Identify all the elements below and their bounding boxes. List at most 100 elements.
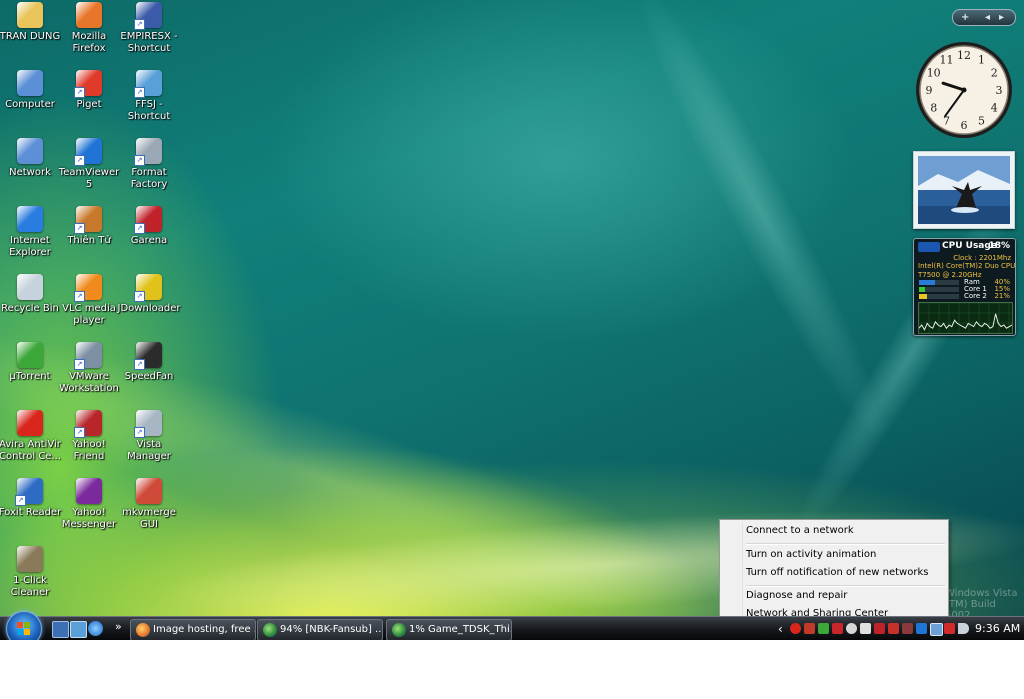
desktop-icon-vlc[interactable]: ↗ VLC media player	[56, 274, 122, 327]
quick-launch-overflow[interactable]: »	[115, 617, 122, 637]
gadget-prev-button[interactable]: ◂	[985, 10, 990, 25]
tray-expand-button[interactable]: ‹	[778, 617, 783, 640]
desktop-icon-yahoo-messenger[interactable]: Yahoo! Messenger	[56, 478, 122, 531]
desktop-icon-firefox[interactable]: Mozilla Firefox	[56, 2, 122, 55]
add-gadget-button[interactable]: +	[961, 10, 969, 25]
menu-separator	[746, 543, 945, 545]
gadget-next-button[interactable]: ▸	[999, 10, 1004, 25]
desktop-icon-computer[interactable]: Computer	[0, 70, 63, 111]
desktop-icon-garena[interactable]: ↗ Garena	[116, 206, 182, 247]
cpu-row-label: Core 2	[964, 292, 987, 300]
shortcut-arrow-icon: ↗	[74, 291, 85, 302]
desktop-icon-label: Recycle Bin	[1, 303, 59, 314]
menu-item-turn-off-notification[interactable]: Turn off notification of new networks	[746, 565, 928, 581]
whale-tail-photo	[918, 156, 1010, 224]
taskbar-button-nbk-fansub[interactable]: 94% [NBK-Fansub] ...	[257, 619, 383, 640]
folder-icon	[17, 2, 43, 28]
shortcut-arrow-icon: ↗	[134, 291, 145, 302]
teamviewer-tray-icon[interactable]	[916, 623, 927, 634]
security-tray-icon[interactable]	[832, 623, 843, 634]
volume-tray-icon[interactable]	[958, 623, 969, 634]
gadget-toolbar: + ◂ ▸	[952, 9, 1016, 26]
desktop-icon-cleaner[interactable]: 1-Click Cleaner	[0, 546, 63, 599]
desktop-icon-avira[interactable]: Avira AntiVir Control Ce...	[0, 410, 63, 463]
desktop-icon-empires[interactable]: ↗ EMPIRESX - Shortcut	[116, 2, 182, 55]
desktop-icon-thien-tu[interactable]: ↗ Thiên Tử	[56, 206, 122, 247]
taskbar-clock[interactable]: 9:36 AM	[975, 617, 1020, 640]
show-desktop-icon[interactable]	[52, 621, 69, 638]
yahoo-tray-icon[interactable]	[804, 623, 815, 634]
driver-tray-icon[interactable]	[902, 623, 913, 634]
desktop-icon-label: EMPIRESX - Shortcut	[120, 31, 178, 54]
shortcut-arrow-icon: ↗	[74, 359, 85, 370]
desktop-icon-label: Thiên Tử	[67, 235, 111, 246]
cpu-meter-gadget[interactable]: CPU Usage 18% Clock : 2201Mhz Intel(R) C…	[913, 238, 1016, 336]
globe-download-icon	[392, 623, 406, 637]
garena-icon: ↗	[134, 206, 162, 234]
avira-tray-icon[interactable]	[790, 623, 801, 634]
desktop-icon-label: JDownloader	[117, 303, 181, 314]
recycle-bin-icon	[17, 274, 43, 300]
shortcut-arrow-icon: ↗	[74, 223, 85, 234]
desktop-icon-mkvmerge[interactable]: mkvmerge GUI	[116, 478, 182, 531]
utorrent-icon	[17, 342, 43, 368]
network-tray-icon[interactable]	[930, 623, 943, 636]
desktop-icon-folder[interactable]: TRAN DUNG	[0, 2, 63, 43]
desktop[interactable]: TRAN DUNG Mozilla Firefox ↗ EMPIRESX - Shor…	[0, 0, 1024, 640]
slideshow-gadget[interactable]	[913, 151, 1015, 229]
vlc-icon: ↗	[74, 274, 102, 302]
empires-icon: ↗	[134, 2, 162, 30]
desktop-icon-foxit-reader[interactable]: ↗ Foxit Reader	[0, 478, 63, 519]
shortcut-arrow-icon: ↗	[74, 87, 85, 98]
piget-icon: ↗	[74, 70, 102, 98]
menu-item-diagnose-repair[interactable]: Diagnose and repair	[746, 588, 847, 604]
cleaner-icon	[17, 546, 43, 572]
desktop-icon-vista-manager[interactable]: ↗ Vista Manager	[116, 410, 182, 463]
desktop-icon-piget[interactable]: ↗ Piget	[56, 70, 122, 111]
taskbar-button-game-tdsk[interactable]: 1% Game_TDSK_Thi...	[386, 619, 512, 640]
wallpaper-streak	[611, 0, 909, 454]
speedfan-tray-icon[interactable]	[860, 623, 871, 634]
desktop-icon-vmware[interactable]: ↗ VMware Workstation	[56, 342, 122, 395]
cpu-row-bar-fill	[919, 294, 928, 299]
cpu-history-graph	[918, 302, 1013, 334]
garena-tray-icon[interactable]	[874, 623, 885, 634]
desktop-icon-recycle-bin[interactable]: Recycle Bin	[0, 274, 63, 315]
switch-windows-icon[interactable]	[70, 621, 87, 638]
utorrent-tray-icon[interactable]	[818, 623, 829, 634]
desktop-icon-speedfan[interactable]: ↗ SpeedFan	[116, 342, 182, 383]
menu-item-connect-network[interactable]: Connect to a network	[746, 523, 854, 539]
clock-number: 5	[978, 114, 985, 127]
desktop-icon-yahoo-friend[interactable]: ↗ Yahoo! Friend	[56, 410, 122, 463]
desktop-icon-network[interactable]: Network	[0, 138, 63, 179]
shortcut-arrow-icon: ↗	[134, 19, 145, 30]
desktop-icon-teamviewer[interactable]: ↗ TeamViewer 5	[56, 138, 122, 191]
clock-number: 2	[991, 67, 998, 80]
desktop-icon-label: Yahoo! Messenger	[61, 507, 117, 530]
computer-icon	[17, 70, 43, 96]
teamviewer-icon: ↗	[74, 138, 102, 166]
desktop-icon-utorrent[interactable]: µTorrent	[0, 342, 63, 383]
ffsj-icon: ↗	[134, 70, 162, 98]
clock-number: 6	[961, 119, 968, 132]
clock-number: 9	[926, 84, 933, 97]
clock-number: 8	[930, 102, 937, 115]
desktop-icon-internet-explorer[interactable]: Internet Explorer	[0, 206, 63, 259]
desktop-icon-ffsj[interactable]: ↗ FFSJ - Shortcut	[116, 70, 182, 123]
bluetooth-tray-icon[interactable]	[944, 623, 955, 634]
internet-explorer-quicklaunch-icon[interactable]	[88, 621, 103, 636]
menu-separator	[746, 585, 945, 587]
menu-item-activity-animation[interactable]: Turn on activity animation	[746, 547, 876, 563]
firefox-icon	[76, 2, 102, 28]
unikey-tray-icon[interactable]	[888, 623, 899, 634]
network-status-tray-icon[interactable]	[846, 623, 857, 634]
desktop-icon-jdownloader[interactable]: ↗ JDownloader	[116, 274, 182, 315]
desktop-icon-format-factory[interactable]: ↗ Format Factory	[116, 138, 182, 191]
desktop-icon-label: Foxit Reader	[0, 507, 62, 518]
cpu-row-bar	[919, 287, 959, 292]
taskbar-button-image-hosting[interactable]: Image hosting, free ...	[130, 619, 256, 640]
desktop-icon-label: FFSJ - Shortcut	[127, 99, 171, 122]
clock-gadget[interactable]: 12 12 3 45678 9 1011	[914, 40, 1014, 140]
start-button[interactable]	[6, 611, 42, 640]
clock-number: 7	[943, 114, 950, 127]
